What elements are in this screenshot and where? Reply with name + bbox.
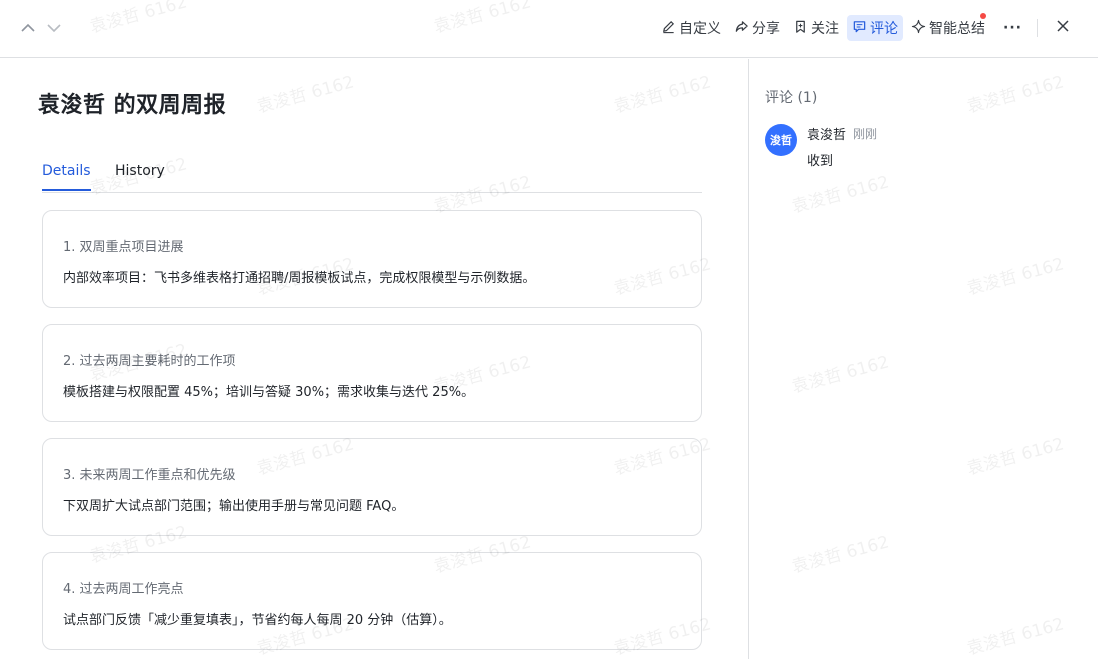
page-title: 袁浚哲 的双周周报 <box>38 93 227 118</box>
record-detail: 袁浚哲 的双周周报 Details History 1. 双周重点项目进展 内部… <box>0 59 748 659</box>
comment-text: 收到 <box>807 154 834 169</box>
section-title: 1. 双周重点项目进展 <box>63 240 184 255</box>
share-button[interactable]: 分享 <box>729 15 785 41</box>
ai-summary-button[interactable]: 智能总结 <box>906 13 990 41</box>
more-button[interactable]: ··· <box>998 15 1027 41</box>
section-body: 模板搭建与权限配置 45%；培训与答疑 30%；需求收集与迭代 25%。 <box>63 385 475 400</box>
avatar[interactable]: 浚哲 <box>765 124 797 156</box>
bookmark-icon <box>793 19 811 38</box>
section-body: 内部效率项目：飞书多维表格打通招聘/周报模板试点，完成权限模型与示例数据。 <box>63 271 536 286</box>
section-title: 3. 未来两周工作重点和优先级 <box>63 468 236 483</box>
comment-time: 刚刚 <box>853 127 878 141</box>
section-title: 2. 过去两周主要耗时的工作项 <box>63 354 236 369</box>
section-title: 4. 过去两周工作亮点 <box>63 582 184 597</box>
share-label: 分享 <box>752 21 781 37</box>
pencil-icon <box>661 19 679 38</box>
comment-item: 浚哲 袁浚哲 刚刚 收到 <box>765 123 1075 173</box>
comments-panel: 评论 (1) 浚哲 袁浚哲 刚刚 收到 <box>749 59 1098 659</box>
close-button[interactable] <box>1051 15 1078 41</box>
tab-history[interactable]: History <box>115 163 165 189</box>
customize-button[interactable]: 自定义 <box>656 15 726 41</box>
share-icon <box>734 19 752 38</box>
section-card: 4. 过去两周工作亮点 试点部门反馈「减少重复填表」，节省约每人每周 20 分钟… <box>42 552 702 650</box>
comments-header: 评论 (1) <box>765 90 818 106</box>
top-bar: 自定义 分享 关注 评论 智能总结 ··· <box>0 0 1098 58</box>
follow-label: 关注 <box>811 21 840 37</box>
section-body: 试点部门反馈「减少重复填表」，节省约每人每周 20 分钟（估算）。 <box>63 613 452 628</box>
comment-icon <box>852 19 870 38</box>
section-card: 3. 未来两周工作重点和优先级 下双周扩大试点部门范围；输出使用手册与常见问题 … <box>42 438 702 536</box>
chevron-up-icon <box>18 18 38 38</box>
tab-details[interactable]: Details <box>42 163 91 191</box>
comment-author[interactable]: 袁浚哲 <box>807 124 846 143</box>
close-icon <box>1055 18 1074 38</box>
section-body: 下双周扩大试点部门范围；输出使用手册与常见问题 FAQ。 <box>63 499 405 514</box>
section-card: 2. 过去两周主要耗时的工作项 模板搭建与权限配置 45%；培训与答疑 30%；… <box>42 324 702 422</box>
toolbar-actions: 自定义 分享 关注 评论 智能总结 ··· <box>653 13 1078 42</box>
follow-button[interactable]: 关注 <box>788 15 844 41</box>
toolbar-divider <box>1037 19 1038 37</box>
notification-dot <box>980 13 987 19</box>
detail-tabs: Details History <box>42 155 702 193</box>
ai-summary-label: 智能总结 <box>929 21 986 37</box>
chevron-down-icon <box>44 18 64 38</box>
comment-button[interactable]: 评论 <box>847 15 904 41</box>
previous-record-button[interactable] <box>18 18 38 38</box>
next-record-button[interactable] <box>44 18 64 38</box>
more-icon: ··· <box>1003 20 1022 36</box>
customize-label: 自定义 <box>679 21 722 37</box>
section-card: 1. 双周重点项目进展 内部效率项目：飞书多维表格打通招聘/周报模板试点，完成权… <box>42 210 702 308</box>
sparkle-icon <box>911 19 929 38</box>
comment-label: 评论 <box>870 21 899 37</box>
